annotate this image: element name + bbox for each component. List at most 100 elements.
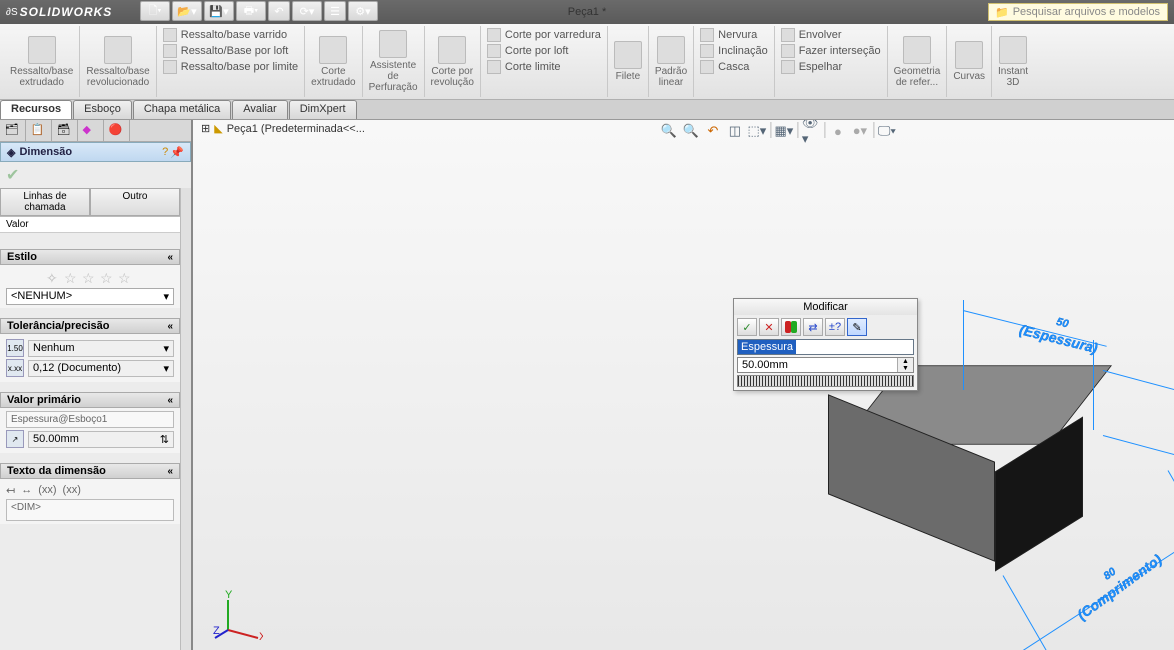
tolerance-type-select[interactable]: Nenhum▾ <box>28 340 174 357</box>
dimension-espessura[interactable]: 50 (Espessura) <box>1018 301 1105 356</box>
modify-ok-button[interactable]: ✓ <box>737 318 757 336</box>
expand-icon[interactable]: ⊞ <box>201 122 210 135</box>
ribbon-boundary-cut[interactable]: Corte limite <box>487 60 561 74</box>
loft-cut-label: Corte por loft <box>505 45 569 57</box>
display-style-icon[interactable]: ▦▾ <box>775 122 793 140</box>
graphics-viewport[interactable]: ⊞ ◣ Peça1 (Predeterminada<<... 🔍 🔍 ↶ ◫ ⬚… <box>193 120 1174 650</box>
render-manager-tab[interactable]: 🔴 <box>104 120 130 142</box>
ribbon-extrude-boss[interactable]: Ressalto/base extrudado <box>4 26 80 97</box>
feature-manager-tab[interactable]: 🗂 <box>0 120 26 142</box>
ribbon-revolve-boss[interactable]: Ressalto/base revolucionado <box>80 26 156 97</box>
ribbon-draft[interactable]: Inclinação <box>700 44 768 58</box>
view-triad[interactable]: Y X Z <box>213 590 263 640</box>
dimxpert-manager-tab[interactable]: ◆ <box>78 120 104 142</box>
style-select[interactable]: <NENHUM>▾ <box>6 288 174 305</box>
appearance-icon[interactable]: ● <box>829 122 847 140</box>
config-manager-tab[interactable]: 🗃 <box>52 120 78 142</box>
prev-view-icon[interactable]: ↶ <box>704 122 722 140</box>
dimtext-field[interactable]: <DIM> <box>6 499 174 521</box>
text-align-left-icon[interactable]: ↤ <box>6 484 15 497</box>
view-settings-icon[interactable]: 🖵▾ <box>878 122 896 140</box>
section-view-icon[interactable]: ◫ <box>726 122 744 140</box>
section-primary-header[interactable]: Valor primário « <box>0 392 180 408</box>
qa-options-button[interactable]: ☰ <box>324 1 346 21</box>
spinner-icon[interactable]: ⇅ <box>160 433 169 446</box>
ribbon-extrude-cut[interactable]: Corte extrudado <box>305 26 362 97</box>
qa-new-button[interactable]: 🗋▾ <box>140 1 170 21</box>
ribbon-loft-boss[interactable]: Ressalto/Base por loft <box>163 44 289 58</box>
qa-save-button[interactable]: 💾▾ <box>204 1 234 21</box>
text-paren1-icon[interactable]: (xx) <box>38 484 56 497</box>
swept-cut-icon <box>487 28 501 42</box>
ribbon-mirror[interactable]: Espelhar <box>781 60 842 74</box>
precision-select[interactable]: 0,12 (Documento)▾ <box>28 360 174 377</box>
qa-rebuild-button[interactable]: ⟳▾ <box>292 1 322 21</box>
primary-name-field[interactable]: Espessura@Esboço1 <box>6 411 174 428</box>
section-estilo-header[interactable]: Estilo « <box>0 249 180 265</box>
ribbon-swept-boss[interactable]: Ressalto/base varrido <box>163 28 287 42</box>
modify-cancel-button[interactable]: ✕ <box>759 318 779 336</box>
tab-esboco[interactable]: Esboço <box>73 100 132 119</box>
text-paren2-icon[interactable]: (xx) <box>63 484 81 497</box>
modify-value-input[interactable]: 50.00mm ▲▼ <box>737 357 914 373</box>
modify-dialog[interactable]: Modificar ✓ ✕ ⇄ ±? ✎ Espessura 50.00mm ▲… <box>733 298 918 391</box>
dimension-comprimento[interactable]: 80 (Comprimento) <box>1062 534 1165 623</box>
ribbon-rib[interactable]: Nervura <box>700 28 757 42</box>
ribbon-revolve-cut[interactable]: Corte por revolução <box>425 26 481 97</box>
panel-scrollbar[interactable] <box>180 188 191 650</box>
qa-print-button[interactable]: 🖶▾ <box>236 1 266 21</box>
view-orient-icon[interactable]: ⬚▾ <box>748 122 766 140</box>
tab-recursos[interactable]: Recursos <box>0 100 72 119</box>
zoom-fit-icon[interactable]: 🔍 <box>660 122 678 140</box>
flyout-tree[interactable]: ⊞ ◣ Peça1 (Predeterminada<<... <box>201 122 365 135</box>
ribbon-ref-geometry[interactable]: Geometria de refer... <box>888 26 948 97</box>
style-fav3-icon[interactable]: ☆ <box>100 270 116 286</box>
primary-value-field[interactable]: 50.00mm⇅ <box>28 431 174 448</box>
ribbon-shell[interactable]: Casca <box>700 60 749 74</box>
spin-down-icon[interactable]: ▼ <box>897 365 913 372</box>
style-add-icon[interactable]: ✧ <box>46 270 62 286</box>
style-fav2-icon[interactable]: ☆ <box>82 270 98 286</box>
spin-up-icon[interactable]: ▲ <box>897 358 913 365</box>
ribbon-loft-cut[interactable]: Corte por loft <box>487 44 569 58</box>
tab-chapa[interactable]: Chapa metálica <box>133 100 231 119</box>
modify-reverse-button[interactable]: ⇄ <box>803 318 823 336</box>
modify-pm-button[interactable]: ±? <box>825 318 845 336</box>
ribbon-instant3d[interactable]: Instant 3D <box>992 26 1034 97</box>
modify-name-input[interactable]: Espessura <box>737 339 914 355</box>
section-dimtext-header[interactable]: Texto da dimensão « <box>0 463 180 479</box>
ribbon-fillet[interactable]: Filete <box>608 26 649 97</box>
modify-mark-button[interactable]: ✎ <box>847 318 867 336</box>
pm-pin-button[interactable]: 📌 <box>170 146 184 159</box>
qa-open-button[interactable]: 📂▾ <box>172 1 202 21</box>
tab-dimxpert[interactable]: DimXpert <box>289 100 357 119</box>
ribbon-intersect[interactable]: Fazer interseção <box>781 44 881 58</box>
ribbon-wrap[interactable]: Envolver <box>781 28 842 42</box>
ribbon-linear-pattern[interactable]: Padrão linear <box>649 26 694 97</box>
text-align-center-icon[interactable]: ↔ <box>21 484 32 497</box>
pm-help-button[interactable]: ? <box>162 146 168 159</box>
tab-avaliar[interactable]: Avaliar <box>232 100 287 119</box>
modify-spinner[interactable]: ▲▼ <box>897 358 913 372</box>
tab-outro[interactable]: Outro <box>90 188 180 216</box>
property-manager-tab[interactable]: 📋 <box>26 120 52 142</box>
ribbon-curves[interactable]: Curvas <box>947 26 992 97</box>
modify-thumbwheel[interactable] <box>737 375 914 387</box>
style-fav1-icon[interactable]: ☆ <box>64 270 80 286</box>
pm-ok-button[interactable]: ✔ <box>6 167 19 184</box>
scene-icon[interactable]: ●▾ <box>851 122 869 140</box>
section-tolerance-header[interactable]: Tolerância/precisão « <box>0 318 180 334</box>
tab-linhas-chamada[interactable]: Linhas de chamada <box>0 188 90 216</box>
qa-settings-button[interactable]: ⚙▾ <box>348 1 378 21</box>
modify-button-row: ✓ ✕ ⇄ ±? ✎ <box>734 315 917 339</box>
modify-rebuild-button[interactable] <box>781 318 801 336</box>
qa-undo-button[interactable]: ↶ <box>268 1 290 21</box>
zoom-area-icon[interactable]: 🔍 <box>682 122 700 140</box>
search-box[interactable]: 📁 Pesquisar arquivos e modelos <box>988 3 1168 21</box>
style-fav4-icon[interactable]: ☆ <box>118 270 134 286</box>
tab-valor[interactable]: Valor <box>0 217 180 233</box>
hide-show-icon[interactable]: 👁▾ <box>802 122 820 140</box>
ribbon-hole-wizard[interactable]: Assistente de Perfuração <box>363 26 425 97</box>
ribbon-boundary-boss[interactable]: Ressalto/base por limite <box>163 60 298 74</box>
ribbon-swept-cut[interactable]: Corte por varredura <box>487 28 601 42</box>
